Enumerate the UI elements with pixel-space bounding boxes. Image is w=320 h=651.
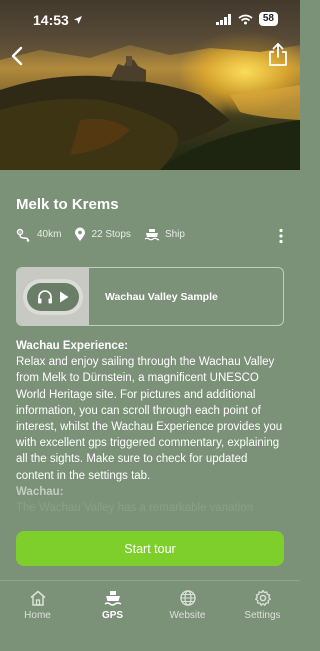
description-heading: Wachau Experience: (16, 340, 129, 352)
play-icon (60, 291, 69, 302)
tab-label: GPS (101, 610, 124, 621)
tour-meta: 40km 22 Stops Ship (16, 227, 198, 242)
audio-play-control[interactable] (27, 282, 79, 311)
tab-gps[interactable]: GPS (75, 581, 150, 651)
description-body: Relax and enjoy sailing through the Wach… (16, 356, 283, 482)
tab-label: Website (169, 610, 206, 621)
signal-icon (215, 13, 231, 25)
tour-title: Melk to Krems (16, 196, 119, 213)
globe-icon (179, 590, 196, 606)
battery-indicator: 58 (258, 12, 278, 26)
stops-text: 22 Stops (91, 229, 131, 240)
gear-icon (254, 589, 271, 606)
audio-sample-title: Wachau Valley Sample (105, 290, 218, 303)
audio-sample-card[interactable]: Wachau Valley Sample (16, 267, 284, 326)
ship-icon (104, 591, 121, 606)
start-tour-button[interactable]: Start tour (16, 531, 284, 566)
distance-text: 40km (37, 229, 62, 240)
tab-home[interactable]: Home (0, 581, 75, 651)
tab-label: Home (24, 610, 51, 621)
status-bar: 14:53 58 (0, 0, 300, 40)
tour-description: Wachau Experience: Relax and enjoy saili… (16, 338, 286, 516)
ship-icon (144, 228, 160, 240)
tab-label: Settings (244, 610, 281, 621)
route-icon (16, 228, 30, 242)
section-heading-wachau: Wachau: (16, 485, 64, 498)
tab-settings[interactable]: Settings (225, 581, 300, 651)
wifi-icon (238, 14, 253, 24)
transport-text: Ship (164, 229, 185, 240)
more-options-icon[interactable] (278, 228, 284, 244)
headphones-icon (38, 289, 52, 303)
clock-text: 14:53 (33, 12, 69, 28)
home-icon (30, 590, 45, 606)
transport-info: Ship (144, 228, 185, 242)
distance-info: 40km (16, 228, 61, 242)
tab-bar: Home GPS Website Settings (0, 580, 300, 651)
status-time: 14:53 (33, 12, 83, 28)
back-button[interactable] (6, 44, 30, 68)
share-button[interactable] (266, 42, 290, 68)
location-arrow-icon (73, 16, 82, 24)
status-indicators: 58 (215, 12, 278, 26)
faded-text: The Wachau Valley has a remarkable varia… (16, 502, 254, 515)
map-pin-icon (75, 227, 86, 241)
audio-thumbnail (17, 268, 89, 325)
tab-website[interactable]: Website (150, 581, 225, 651)
stops-info: 22 Stops (74, 227, 131, 242)
